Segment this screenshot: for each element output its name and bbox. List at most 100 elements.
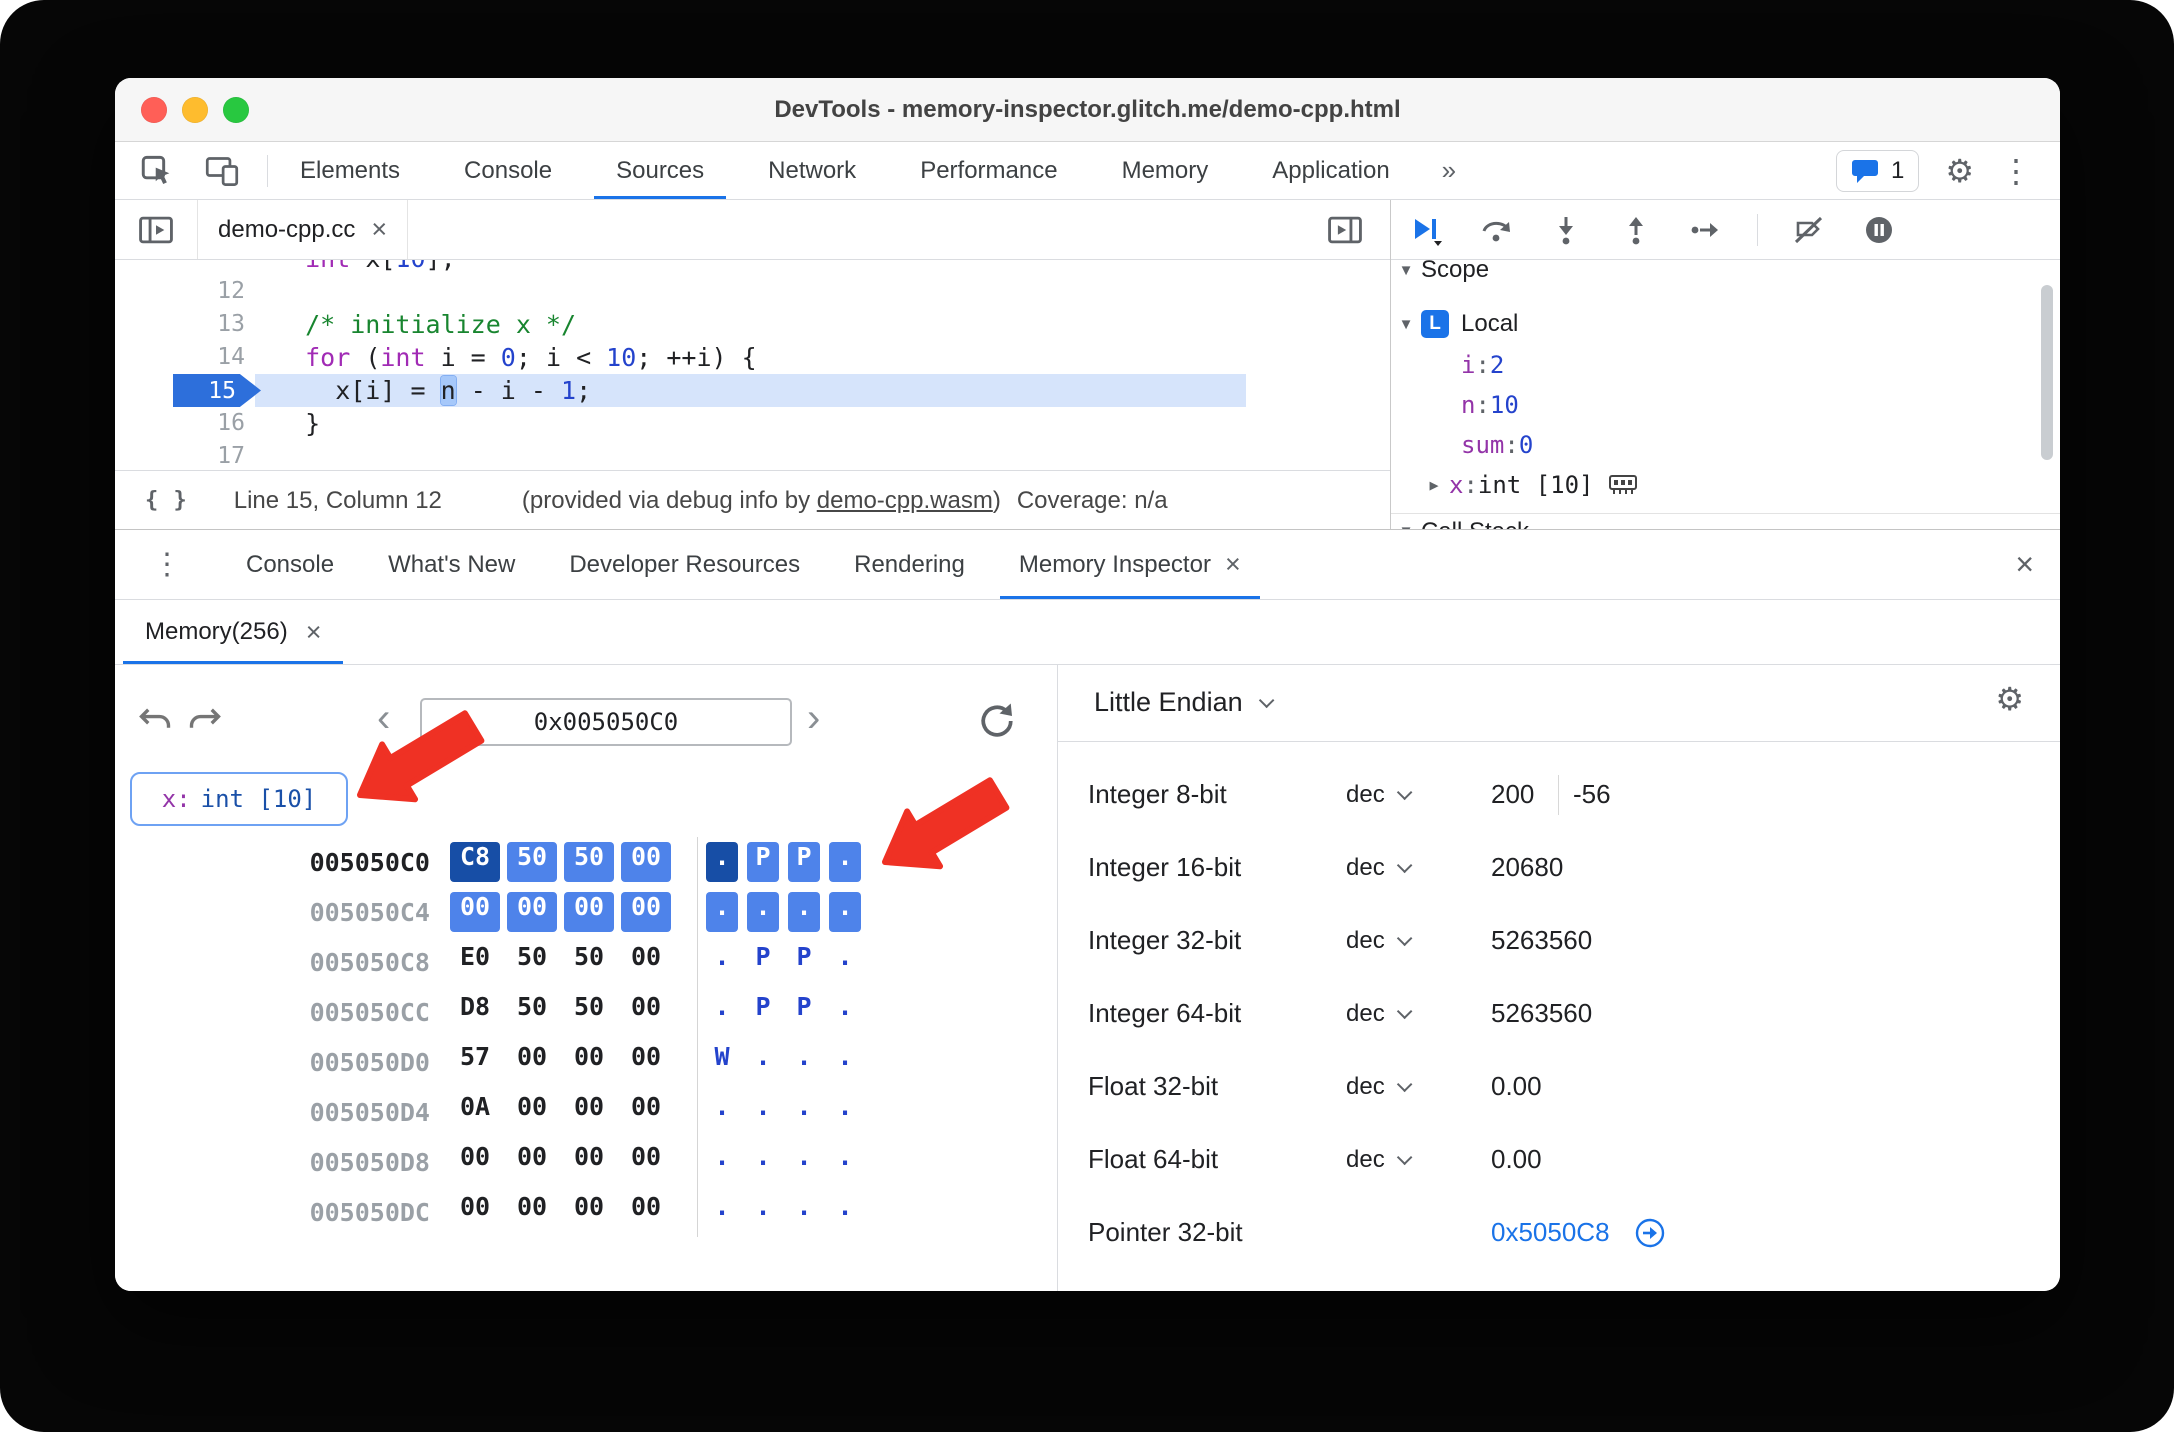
pause-on-exceptions-icon[interactable] [1860,213,1898,247]
memory-ascii-char[interactable]: . [788,892,820,932]
memory-tab[interactable]: Memory(256) × [115,600,351,664]
drawer-tab-whats-new[interactable]: What's New [361,530,542,599]
memory-ascii-char[interactable]: . [788,1042,820,1082]
wasm-file-link[interactable]: demo-cpp.wasm [817,487,993,514]
memory-byte[interactable]: 00 [507,1192,557,1232]
memory-ascii-char[interactable]: . [747,1042,779,1082]
memory-byte[interactable]: 50 [507,992,557,1032]
tab-performance[interactable]: Performance [888,142,1089,199]
memory-byte[interactable]: 00 [450,1142,500,1182]
step-over-icon[interactable] [1477,213,1515,247]
scope-variable-sum[interactable]: sum: 0 [1391,425,2060,465]
memory-ascii-char[interactable]: . [706,1192,738,1232]
step-out-icon[interactable] [1617,213,1655,247]
scope-variable-i[interactable]: i: 2 [1391,345,2060,385]
format-dropdown[interactable]: dec [1346,831,1413,904]
drawer-tab-console[interactable]: Console [219,530,361,599]
memory-byte[interactable]: 57 [450,1042,500,1082]
memory-ascii-char[interactable]: . [788,1192,820,1232]
memory-ascii-char[interactable]: . [829,892,861,932]
drawer-tab-memory-inspector[interactable]: Memory Inspector × [992,530,1268,599]
memory-ascii-char[interactable]: . [747,892,779,932]
memory-ascii-char[interactable]: . [747,1142,779,1182]
memory-byte[interactable]: 00 [507,1042,557,1082]
tab-application[interactable]: Application [1240,142,1421,199]
scope-section-header[interactable]: ▼ Scope [1391,260,2060,288]
memory-byte[interactable]: 0A [450,1092,500,1132]
memory-ascii-char[interactable]: . [788,1092,820,1132]
scope-variable-n[interactable]: n: 10 [1391,385,2060,425]
overflow-menu-icon[interactable]: ⋮ [2000,155,2032,187]
memory-byte[interactable]: 00 [621,992,671,1032]
memory-byte[interactable]: 50 [507,942,557,982]
expand-caret-icon[interactable]: ▶ [1419,476,1449,494]
memory-ascii-char[interactable]: . [706,892,738,932]
highlight-chip-x[interactable]: x: int [10] [130,772,348,826]
memory-ascii-char[interactable]: . [829,1192,861,1232]
format-dropdown[interactable]: dec [1346,1123,1413,1196]
memory-ascii-char[interactable]: . [706,992,738,1032]
gutter-line-17[interactable]: 17 [115,440,255,470]
minimize-window-button[interactable] [182,97,208,123]
scrollbar-thumb[interactable] [2041,285,2053,460]
memory-ascii-char[interactable]: P [747,942,779,982]
undo-icon[interactable] [137,703,173,739]
memory-byte[interactable]: 00 [621,892,671,932]
memory-ascii-char[interactable]: . [747,1192,779,1232]
memory-ascii-char[interactable]: P [747,992,779,1032]
pointer-value-link[interactable]: 0x5050C8 [1491,1196,1610,1269]
previous-page-icon[interactable]: ‹ [377,698,390,738]
memory-ascii-char[interactable]: . [829,842,861,882]
memory-byte[interactable]: 00 [564,892,614,932]
memory-byte[interactable]: 00 [621,942,671,982]
memory-byte[interactable]: 50 [564,992,614,1032]
memory-byte[interactable]: 00 [621,1092,671,1132]
memory-byte[interactable]: 00 [564,1192,614,1232]
memory-byte[interactable]: 00 [564,1092,614,1132]
next-page-icon[interactable]: › [807,698,820,738]
memory-ascii-char[interactable]: . [829,992,861,1032]
close-memory-tab-icon[interactable]: × [306,618,322,646]
memory-ascii-char[interactable]: P [747,842,779,882]
file-tab-demo-cpp[interactable]: demo-cpp.cc × [197,200,409,259]
memory-ascii-char[interactable]: . [706,942,738,982]
format-dropdown[interactable]: dec [1346,758,1413,831]
memory-ascii-char[interactable]: P [788,842,820,882]
memory-byte[interactable]: 00 [621,1192,671,1232]
memory-ascii-char[interactable]: . [829,1042,861,1082]
drawer-tab-developer-resources[interactable]: Developer Resources [542,530,827,599]
memory-byte[interactable]: D8 [450,992,500,1032]
endianness-dropdown[interactable]: Little Endian [1094,687,1275,718]
memory-byte[interactable]: 00 [564,1142,614,1182]
gutter-line-13[interactable]: 13 [115,308,255,341]
memory-byte[interactable]: 50 [564,942,614,982]
redo-icon[interactable] [187,703,223,739]
gutter-line-12[interactable]: 12 [115,275,255,308]
memory-byte[interactable]: E0 [450,942,500,982]
memory-byte[interactable]: 00 [450,1192,500,1232]
memory-ascii-char[interactable]: . [706,1142,738,1182]
tab-network[interactable]: Network [736,142,888,199]
resume-script-icon[interactable] [1407,213,1445,247]
reveal-in-memory-inspector-icon[interactable] [1608,472,1638,498]
memory-ascii-char[interactable]: P [788,992,820,1032]
memory-byte[interactable]: 50 [507,842,557,882]
highlighted-variable-n[interactable]: n [440,376,456,405]
format-dropdown[interactable]: dec [1346,904,1413,977]
close-drawer-tab-icon[interactable]: × [1225,551,1241,578]
memory-byte[interactable]: 00 [564,1042,614,1082]
memory-ascii-char[interactable]: . [829,942,861,982]
memory-ascii-char[interactable]: . [747,1092,779,1132]
memory-ascii-char[interactable]: P [788,942,820,982]
memory-byte[interactable]: 00 [507,1142,557,1182]
memory-byte[interactable]: 00 [507,892,557,932]
memory-ascii-char[interactable]: . [829,1142,861,1182]
settings-gear-icon[interactable]: ⚙ [1945,155,1974,187]
memory-byte[interactable]: 00 [621,842,671,882]
step-icon[interactable] [1687,213,1725,247]
device-toolbar-icon[interactable] [203,154,241,188]
memory-ascii-char[interactable]: . [706,842,738,882]
format-dropdown[interactable]: dec [1346,977,1413,1050]
gutter-line-16[interactable]: 16 [115,407,255,440]
drawer-tab-rendering[interactable]: Rendering [827,530,992,599]
